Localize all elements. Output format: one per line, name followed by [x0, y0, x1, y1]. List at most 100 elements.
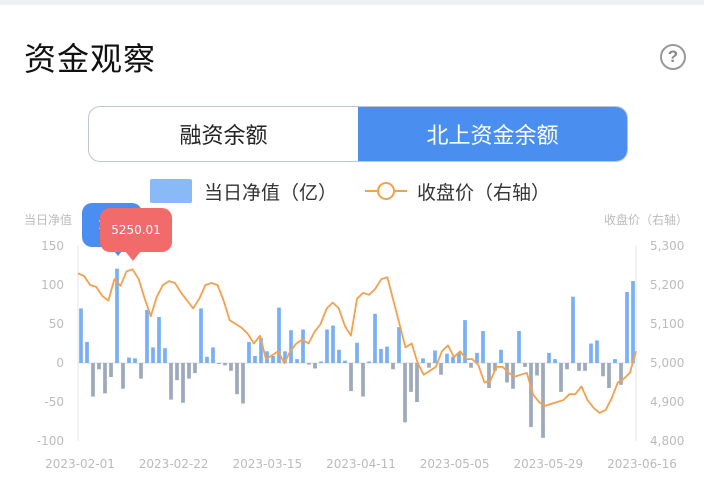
net-value-bar [229, 363, 233, 371]
net-value-bar [349, 363, 353, 392]
net-value-bar [541, 363, 545, 438]
right-tick-label: 4,900 [650, 395, 684, 409]
net-value-bar [151, 347, 155, 363]
top-divider [0, 0, 704, 5]
net-value-bar [127, 357, 131, 363]
net-value-bar [313, 363, 317, 369]
right-axis-title: 收盘价（右轴） [604, 212, 688, 227]
net-value-bar [553, 359, 557, 363]
net-value-bar [433, 350, 437, 363]
net-value-bar [319, 361, 323, 363]
net-value-bar [385, 346, 389, 363]
net-value-bar [331, 325, 335, 363]
net-value-bar [631, 281, 635, 363]
tab-margin-balance[interactable]: 融资余额 [89, 107, 358, 161]
net-value-bar [529, 363, 533, 427]
help-icon[interactable]: ? [660, 44, 686, 70]
net-value-bar [487, 363, 491, 388]
net-value-bar [247, 341, 251, 363]
close-price-line [77, 268, 637, 414]
net-value-bar [91, 363, 95, 397]
net-value-bar [607, 363, 611, 388]
net-value-bar [415, 363, 419, 402]
net-value-bar [181, 363, 185, 403]
net-value-bar [565, 363, 569, 370]
net-value-bar [241, 363, 245, 404]
net-value-bar [625, 292, 629, 363]
left-tick-label: 150 [41, 239, 64, 253]
net-value-bar [139, 363, 143, 379]
net-value-bar [271, 355, 275, 363]
x-tick-label: 2023-02-22 [139, 457, 209, 471]
net-value-bar [85, 341, 89, 363]
x-tick-label: 2023-03-15 [232, 457, 302, 471]
net-value-bar [97, 363, 101, 370]
net-value-bar [187, 363, 191, 379]
x-tick-label: 2023-06-16 [607, 457, 677, 471]
x-tick-label: 2023-05-05 [420, 457, 490, 471]
x-tick-label: 2023-02-01 [45, 457, 115, 471]
net-value-bar [325, 329, 329, 363]
net-value-bar [109, 363, 113, 378]
net-value-bar [571, 296, 575, 363]
net-value-bar [367, 361, 371, 363]
left-tick-label: -50 [44, 395, 64, 409]
net-value-bar [235, 363, 239, 395]
net-value-bar [379, 348, 383, 363]
net-value-bar [499, 349, 503, 363]
net-value-bar [217, 363, 221, 364]
left-tick-label: 50 [49, 317, 64, 331]
net-value-bar [193, 363, 197, 374]
right-tick-label: 5,000 [650, 356, 684, 370]
net-value-bar [307, 363, 311, 365]
net-value-bar [535, 363, 539, 376]
net-value-bar [613, 359, 617, 363]
right-tick-label: 5,100 [650, 317, 684, 331]
net-value-bar [595, 340, 599, 363]
x-tick-label: 2023-04-11 [326, 457, 396, 471]
net-value-bar [583, 363, 587, 371]
net-value-bar [355, 342, 359, 363]
x-tick-label: 2023-05-29 [513, 457, 583, 471]
net-value-bar [79, 308, 83, 363]
tooltip-close-price: 5250.01 [100, 208, 172, 261]
net-value-bar [175, 363, 179, 381]
net-value-bar [253, 355, 257, 363]
net-value-bar [301, 329, 305, 363]
net-value-bar [439, 363, 443, 375]
net-value-bar [157, 316, 161, 363]
tab-group: 融资余额 北上资金余额 [88, 106, 628, 162]
left-tick-label: -100 [37, 434, 64, 448]
tab-northbound-balance[interactable]: 北上资金余额 [358, 107, 627, 161]
net-value-bar [103, 363, 107, 394]
right-tick-label: 5,200 [650, 278, 684, 292]
net-value-bar [403, 363, 407, 423]
net-value-bar [409, 363, 413, 392]
net-value-bar [145, 309, 149, 363]
net-value-bar [163, 348, 167, 363]
page-title: 资金观察 [24, 40, 157, 78]
net-value-bar [373, 313, 377, 363]
net-value-bar [427, 363, 431, 368]
net-value-bar [391, 363, 395, 370]
net-value-bar [601, 363, 605, 377]
net-value-bar [547, 352, 551, 363]
net-value-bar [421, 358, 425, 363]
net-value-bar [397, 327, 401, 363]
net-value-bar [211, 347, 215, 363]
net-value-bar [289, 330, 293, 363]
net-value-bar [337, 349, 341, 363]
net-value-bar [295, 359, 299, 363]
net-value-bar [199, 308, 203, 363]
left-tick-label: 100 [41, 278, 64, 292]
net-value-bar [577, 363, 581, 371]
net-value-bar [133, 358, 137, 363]
left-tick-label: 0 [56, 356, 64, 370]
net-value-bar [169, 363, 173, 400]
net-value-bar [121, 363, 125, 389]
net-value-bar [589, 343, 593, 363]
net-value-bar [343, 360, 347, 363]
net-value-bar [205, 356, 209, 363]
net-value-bar [223, 363, 227, 366]
right-tick-label: 5,300 [650, 239, 684, 253]
